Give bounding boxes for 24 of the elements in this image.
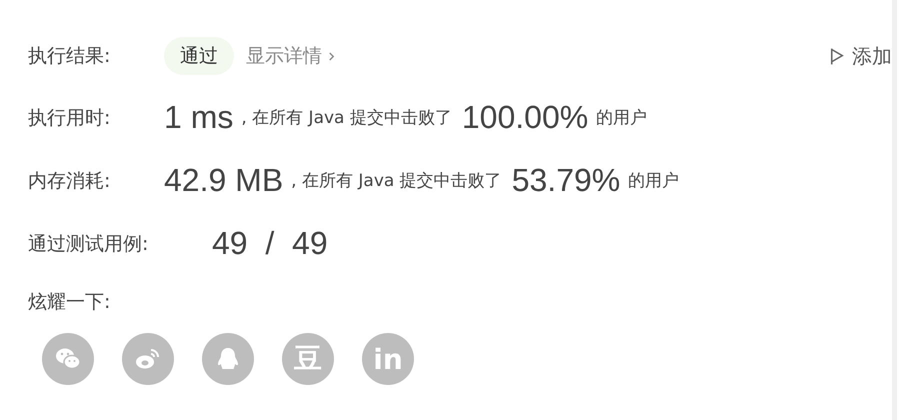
share-label: 炫耀一下: <box>28 290 112 315</box>
stat-value: 42.9 MB <box>164 162 284 199</box>
stat-suffix: 的用户 <box>628 170 680 192</box>
tests-label: 通过测试用例: <box>28 232 150 256</box>
stat-suffix: 的用户 <box>596 107 648 129</box>
status-badge: 通过 <box>164 37 234 75</box>
penguin-icon[interactable] <box>202 333 254 385</box>
details-link[interactable]: 显示详情 <box>246 43 335 69</box>
tests-value: 49 / 49 <box>212 225 328 262</box>
chat-bubbles-icon[interactable] <box>42 333 94 385</box>
stat-label: 执行用时: <box>28 106 112 130</box>
share-button[interactable]: in <box>362 333 414 385</box>
stat-label: 内存消耗: <box>28 168 112 194</box>
chevron-right-icon <box>328 50 335 62</box>
result-label: 执行结果: <box>28 44 112 69</box>
eye-signal-icon[interactable] <box>122 333 174 385</box>
add-button[interactable]: 添加 <box>830 42 892 70</box>
stat-text: , 在所有 Java 提交中击败了 <box>291 170 502 192</box>
stat-text: , 在所有 Java 提交中击败了 <box>241 107 452 129</box>
stat-value: 1 ms <box>164 99 234 136</box>
flag-icon <box>830 46 844 66</box>
share-button[interactable]: 豆 <box>282 333 334 385</box>
stat-percent: 100.00% <box>462 99 588 136</box>
stat-percent: 53.79% <box>512 162 620 199</box>
